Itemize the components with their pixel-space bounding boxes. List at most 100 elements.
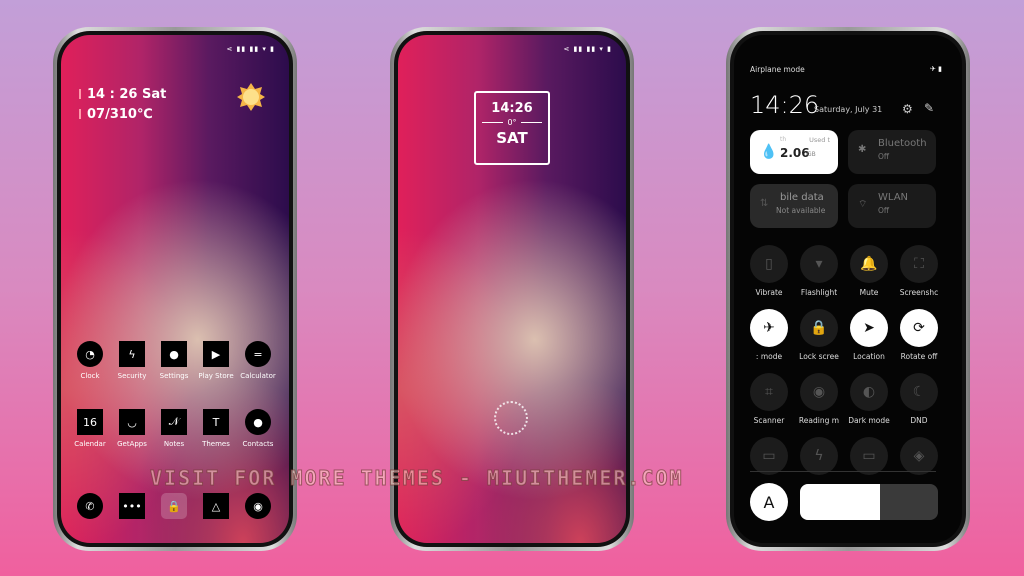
app-label: Play Store	[198, 372, 234, 380]
clock-widget[interactable]: 14 : 26 Sat 07/310℃	[79, 85, 166, 125]
app-label: Calculator	[240, 372, 276, 380]
data-usage-tile[interactable]: 💧 th Used t 2.06 GB	[750, 130, 838, 174]
toggle-extra[interactable]: ▭	[750, 437, 788, 475]
calculator-icon: =	[245, 341, 271, 367]
toggle-icon: ✈	[763, 320, 775, 336]
app-notes[interactable]: 𝒩 Notes	[153, 409, 195, 448]
toggle-icon: ▯	[765, 256, 773, 272]
app-play-store[interactable]: ▶ Play Store	[195, 341, 237, 380]
toggle-mode[interactable]: ✈	[750, 309, 788, 347]
airplane-mode-header: Airplane mode	[750, 65, 805, 74]
toggle-icon: ▾	[815, 256, 823, 272]
app-label: Security	[117, 372, 147, 380]
bluetooth-tile[interactable]: ✱ Bluetooth Off	[848, 130, 936, 174]
lock-icon: 🔒	[161, 493, 187, 519]
mobile-data-icon: ⇅	[760, 198, 769, 209]
lock-day: SAT	[496, 129, 528, 147]
app-label: Clock	[80, 372, 100, 380]
messages-icon: •••	[119, 493, 145, 519]
play-store-icon: ▶	[203, 341, 229, 367]
app-security[interactable]: ϟ Security	[111, 341, 153, 380]
lock-temp: 0°	[507, 118, 517, 127]
toggle-icon: ϟ	[814, 448, 824, 464]
notes-icon: 𝒩	[161, 409, 187, 435]
app-clock[interactable]: ◔ Clock	[69, 341, 111, 380]
water-drop-icon: 💧	[760, 144, 778, 160]
dock-messages[interactable]: •••	[111, 493, 153, 524]
brightness-slider[interactable]	[800, 484, 938, 520]
toggle-flashlight[interactable]: ▾	[800, 245, 838, 283]
toggle-icon: ◐	[862, 384, 876, 400]
divider	[750, 471, 936, 472]
dock-gallery[interactable]: △	[195, 493, 237, 524]
toggle-extra[interactable]: ◈	[900, 437, 938, 475]
cc-time: 14:26	[750, 91, 820, 119]
settings-icon: ●	[161, 341, 187, 367]
themes-icon: T	[203, 409, 229, 435]
toggle-icon: ➤	[863, 320, 875, 336]
dock-camera[interactable]: ◉	[237, 493, 279, 524]
settings-icon[interactable]: ⚙	[902, 102, 913, 116]
calendar-icon: 16	[77, 409, 103, 435]
toggle-screenshc[interactable]: ⛶	[900, 245, 938, 283]
edit-icon[interactable]: ✎	[924, 101, 934, 115]
toggle-label: Reading m	[798, 416, 840, 425]
toggle-dnd[interactable]: ☾	[900, 373, 938, 411]
app-label: Settings	[159, 372, 189, 380]
brightness-fill	[800, 484, 881, 520]
dock-lock[interactable]: 🔒	[153, 493, 195, 524]
bluetooth-label: Bluetooth	[878, 138, 927, 149]
app-calendar[interactable]: 16 Calendar	[69, 409, 111, 448]
toggle-mute[interactable]: 🔔	[850, 245, 888, 283]
toggle-rotateoff[interactable]: ⟳	[900, 309, 938, 347]
app-settings[interactable]: ● Settings	[153, 341, 195, 380]
toggle-icon: ◉	[812, 384, 826, 400]
data-value: 2.06	[780, 146, 810, 160]
toggle-label: Location	[853, 352, 885, 361]
wlan-label: WLAN	[878, 192, 909, 203]
mobile-data-tile[interactable]: ⇅ bile data Not available	[750, 184, 838, 228]
toggle-icon: ◈	[913, 448, 925, 464]
toggle-label: : mode	[755, 352, 783, 361]
phone-icon: ✆	[77, 493, 103, 519]
mobile-data-label: bile data	[780, 192, 824, 203]
app-themes[interactable]: T Themes	[195, 409, 237, 448]
app-calculator[interactable]: = Calculator	[237, 341, 279, 380]
dock-phone[interactable]: ✆	[69, 493, 111, 524]
app-label: Notes	[163, 440, 185, 448]
toggle-icon: ▭	[862, 448, 876, 464]
data-label-right: Used t	[809, 136, 830, 144]
toggle-label: DND	[910, 416, 928, 425]
toggle-icon: ▭	[762, 448, 776, 464]
toggle-location[interactable]: ➤	[850, 309, 888, 347]
lock-time: 14:26	[491, 101, 533, 116]
toggle-label: Screenshc	[899, 288, 939, 297]
status-bar: ⋖ ▮▮ ▮▮ ▾ ▮	[563, 45, 612, 53]
toggle-vibrate[interactable]: ▯	[750, 245, 788, 283]
app-contacts[interactable]: ● Contacts	[237, 409, 279, 448]
app-label: Contacts	[242, 440, 274, 448]
bluetooth-icon: ✱	[858, 144, 867, 155]
toggle-extra[interactable]: ϟ	[800, 437, 838, 475]
data-label-left: th	[780, 136, 787, 143]
app-label: Calendar	[74, 440, 106, 448]
toggle-extra[interactable]: ▭	[850, 437, 888, 475]
phone-control-center: Airplane mode ✈ ▮ 14:26 Saturday, July 3…	[726, 27, 970, 551]
wlan-tile[interactable]: ⌔ WLAN Off	[848, 184, 936, 228]
lock-clock-widget: 14:26 0° SAT	[474, 91, 550, 165]
toggle-label: Vibrate	[755, 288, 783, 297]
toggle-readingm[interactable]: ◉	[800, 373, 838, 411]
wifi-icon: ⌔	[858, 199, 868, 210]
header-status-icons: ✈ ▮	[930, 65, 942, 73]
fingerprint-icon[interactable]	[494, 401, 528, 435]
toggle-darkmode[interactable]: ◐	[850, 373, 888, 411]
app-getapps[interactable]: ◡ GetApps	[111, 409, 153, 448]
toggle-label: Mute	[859, 288, 879, 297]
auto-brightness-button[interactable]: A	[750, 483, 788, 521]
cc-date: Saturday, July 31	[814, 105, 883, 114]
toggle-label: Dark mode	[848, 416, 890, 425]
wlan-state: Off	[878, 206, 890, 215]
clock-icon: ◔	[77, 341, 103, 367]
toggle-scanner[interactable]: ⌗	[750, 373, 788, 411]
toggle-lockscree[interactable]: 🔒	[800, 309, 838, 347]
